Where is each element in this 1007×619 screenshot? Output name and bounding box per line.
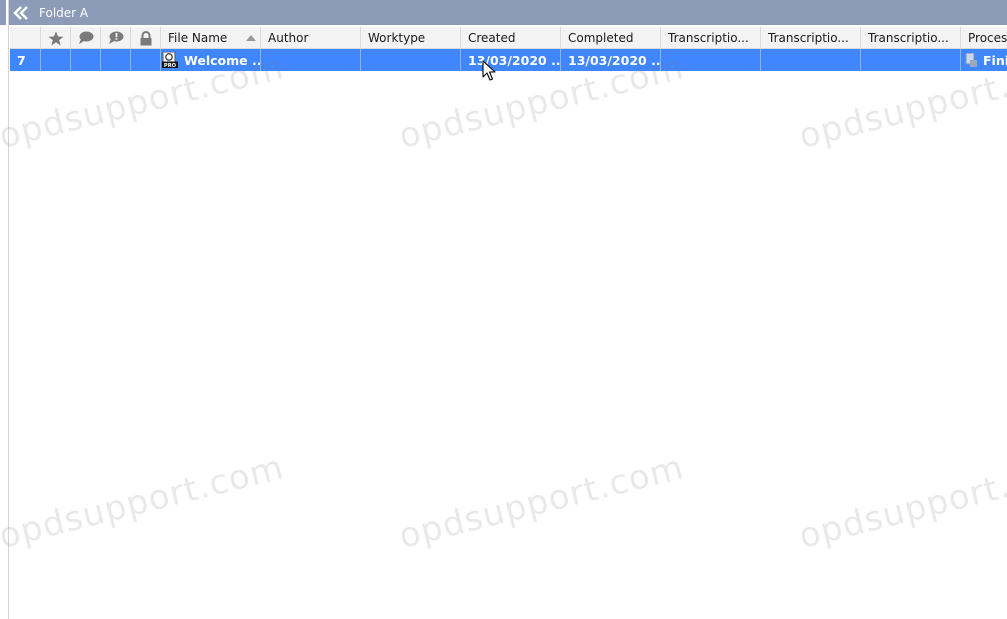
folder-titlebar: Folder A	[9, 0, 1007, 25]
cell-process: Fini	[961, 49, 1007, 71]
cell-completed: 13/03/2020 ...	[561, 49, 661, 71]
column-header-completed[interactable]: Completed	[561, 27, 661, 49]
column-header-lock[interactable]	[131, 27, 161, 49]
column-header-priority[interactable]	[101, 27, 131, 49]
star-icon	[48, 31, 63, 45]
sort-ascending-icon	[246, 35, 256, 41]
column-header-transcription-3[interactable]: Transcriptio...	[861, 27, 961, 49]
speech-bubble-icon	[78, 31, 93, 44]
cell-transcription-3	[861, 49, 961, 71]
left-panel-edge	[0, 0, 9, 619]
folder-title: Folder A	[39, 5, 89, 20]
double-chevron-left-icon	[13, 5, 28, 20]
cell-comment[interactable]	[71, 49, 101, 71]
column-header-index[interactable]	[10, 27, 41, 49]
cell-lock[interactable]	[131, 49, 161, 71]
cell-star[interactable]	[41, 49, 71, 71]
cell-index: 7	[10, 49, 41, 71]
table-header: File Name Author Worktype Created Comple…	[10, 27, 1007, 49]
cell-worktype	[361, 49, 461, 71]
column-header-created[interactable]: Created	[461, 27, 561, 49]
left-panel-stub	[0, 0, 6, 25]
dictation-table: File Name Author Worktype Created Comple…	[10, 27, 1007, 71]
lock-icon	[140, 30, 151, 45]
column-header-label: File Name	[168, 31, 228, 45]
column-header-comment[interactable]	[71, 27, 101, 49]
watermark: opdsupport.com	[795, 447, 1007, 557]
exclamation-bubble-icon	[108, 31, 123, 44]
column-header-star[interactable]	[41, 27, 71, 49]
column-header-process[interactable]: Proces	[961, 27, 1007, 49]
column-header-transcription-1[interactable]: Transcriptio...	[661, 27, 761, 49]
process-status-icon	[965, 53, 977, 67]
cell-file-name: PRO Welcome ...	[161, 49, 261, 71]
cell-transcription-2	[761, 49, 861, 71]
process-status-text: Fini	[983, 52, 1007, 68]
cell-author	[261, 49, 361, 71]
column-header-worktype[interactable]: Worktype	[361, 27, 461, 49]
svg-text:PRO: PRO	[164, 63, 177, 68]
column-header-author[interactable]: Author	[261, 27, 361, 49]
watermark: opdsupport.com	[395, 447, 688, 557]
table-row[interactable]: 7 PRO Welcome ... 13/03/2020 ... 13/03/2…	[10, 49, 1007, 71]
column-header-transcription-2[interactable]: Transcriptio...	[761, 27, 861, 49]
pro-file-icon: PRO	[162, 52, 178, 68]
file-name-text: Welcome ...	[184, 52, 261, 68]
cell-created: 13/03/2020 ...	[461, 49, 561, 71]
collapse-button[interactable]	[9, 0, 33, 25]
watermark: opdsupport.com	[0, 447, 288, 557]
column-header-file-name[interactable]: File Name	[161, 27, 261, 49]
cell-priority[interactable]	[101, 49, 131, 71]
cell-transcription-1	[661, 49, 761, 71]
